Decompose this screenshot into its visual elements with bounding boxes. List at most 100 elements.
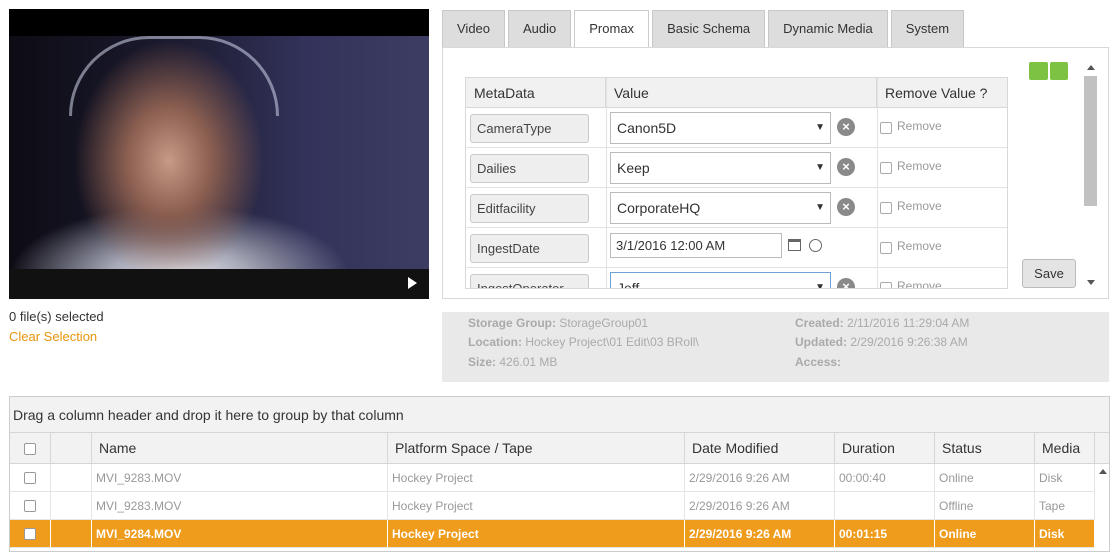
value-select[interactable]: CorporateHQ ▼: [610, 192, 831, 224]
video-player[interactable]: [9, 9, 429, 299]
icon-col-header: [51, 433, 92, 464]
row-checkbox[interactable]: [24, 472, 36, 484]
scroll-up-icon[interactable]: [1099, 469, 1107, 474]
updated-info: Updated: 2/29/2016 9:26:38 AM: [795, 335, 968, 349]
row-select-cell: [10, 492, 51, 520]
select-all-checkbox[interactable]: [24, 443, 36, 455]
video-control-bar: [9, 269, 429, 299]
tab-dynamic-media[interactable]: Dynamic Media: [768, 10, 888, 47]
date-cell: 2/29/2016 9:26 AM: [685, 520, 835, 548]
remove-label: Remove: [897, 279, 942, 289]
calendar-icon[interactable]: [788, 239, 801, 251]
metadata-row: Editfacility CorporateHQ ▼ × Remove: [466, 188, 1007, 228]
access-info: Access:: [795, 355, 841, 369]
clear-value-icon[interactable]: ×: [837, 198, 855, 216]
duration-col-header[interactable]: Duration: [835, 433, 935, 464]
created-info: Created: 2/11/2016 11:29:04 AM: [795, 316, 969, 330]
dropdown-arrow-icon: ▼: [815, 162, 825, 173]
file-grid: Drag a column header and drop it here to…: [9, 396, 1110, 552]
scroll-thumb[interactable]: [1084, 76, 1097, 206]
clear-selection-link[interactable]: Clear Selection: [9, 329, 97, 344]
duration-cell: [835, 492, 935, 520]
platform-cell: Hockey Project: [388, 520, 685, 548]
group-by-drop-zone[interactable]: Drag a column header and drop it here to…: [10, 397, 1109, 433]
status-cell: Online: [935, 464, 1035, 492]
media-cell: Disk: [1035, 520, 1095, 548]
status-col-header[interactable]: Status: [935, 433, 1035, 464]
table-row[interactable]: MVI_9283.MOV Hockey Project 2/29/2016 9:…: [10, 492, 1095, 520]
storage-group-label: Storage Group:: [468, 316, 557, 330]
value-text: Canon5D: [617, 120, 677, 136]
media-cell: Disk: [1035, 464, 1095, 492]
access-label: Access:: [795, 355, 842, 369]
metadata-key: IngestOperator: [470, 274, 589, 288]
file-info-panel: Storage Group: StorageGroup01 Location: …: [442, 312, 1109, 382]
value-select[interactable]: Jeff ▼: [610, 272, 831, 289]
clear-value-icon[interactable]: ×: [837, 158, 855, 176]
clock-icon[interactable]: [809, 239, 822, 252]
dropdown-arrow-icon: ▼: [815, 122, 825, 133]
table-row[interactable]: MVI_9283.MOV Hockey Project 2/29/2016 9:…: [10, 464, 1095, 492]
size-label: Size:: [468, 355, 497, 369]
remove-checkbox[interactable]: [880, 242, 892, 254]
date-col-header[interactable]: Date Modified: [685, 433, 835, 464]
row-checkbox[interactable]: [24, 500, 36, 512]
name-cell: MVI_9284.MOV: [92, 520, 388, 548]
video-frame: [9, 36, 429, 269]
location-label: Location:: [468, 335, 522, 349]
tab-video[interactable]: Video: [442, 10, 506, 47]
duration-cell: 00:01:15: [835, 520, 935, 548]
value-col-header: Value: [606, 78, 877, 108]
dropdown-arrow-icon: ▼: [815, 202, 825, 213]
scrollbar-header: [1095, 433, 1109, 464]
remove-label: Remove: [897, 199, 942, 213]
size-value: 426.01 MB: [499, 355, 558, 369]
scroll-down-icon[interactable]: [1087, 280, 1095, 285]
row-icon-cell: [51, 492, 92, 520]
select-all-header: [10, 433, 51, 464]
grid-scrollbar[interactable]: [1096, 465, 1109, 551]
remove-checkbox[interactable]: [880, 162, 892, 174]
value-text: Jeff: [617, 280, 640, 289]
datetime-input[interactable]: 3/1/2016 12:00 AM: [610, 233, 782, 258]
remove-label: Remove: [897, 119, 942, 133]
dropdown-arrow-icon: ▼: [815, 282, 825, 289]
remove-checkbox[interactable]: [880, 202, 892, 214]
location-value: Hockey Project\01 Edit\03 BRoll\: [525, 335, 699, 349]
duration-cell: 00:00:40: [835, 464, 935, 492]
tab-promax[interactable]: Promax: [574, 10, 650, 48]
size-info: Size: 426.01 MB: [468, 355, 557, 369]
play-icon[interactable]: [408, 277, 417, 289]
metadata-scrollbar[interactable]: [1084, 62, 1098, 288]
scroll-up-icon[interactable]: [1087, 65, 1095, 70]
table-row-selected[interactable]: MVI_9284.MOV Hockey Project 2/29/2016 9:…: [10, 520, 1095, 548]
name-col-header[interactable]: Name: [92, 433, 388, 464]
remove-label: Remove: [897, 239, 942, 253]
metadata-key: Dailies: [470, 154, 589, 183]
row-icon-cell: [51, 520, 92, 548]
media-col-header[interactable]: Media: [1035, 433, 1095, 464]
clear-value-icon[interactable]: ×: [837, 118, 855, 136]
created-value: 2/11/2016 11:29:04 AM: [847, 316, 970, 330]
tab-audio[interactable]: Audio: [508, 10, 572, 47]
toggle-left-segment[interactable]: [1029, 62, 1048, 80]
column-divider: [877, 78, 878, 288]
value-select[interactable]: Keep ▼: [610, 152, 831, 184]
platform-cell: Hockey Project: [388, 492, 685, 520]
platform-col-header[interactable]: Platform Space / Tape: [388, 433, 685, 464]
metadata-table: MetaData Value Remove Value ? CameraType…: [465, 77, 1008, 289]
updated-label: Updated:: [795, 335, 847, 349]
view-toggle[interactable]: [1029, 62, 1068, 80]
save-button[interactable]: Save: [1022, 259, 1076, 288]
row-checkbox[interactable]: [24, 528, 36, 540]
value-select[interactable]: Canon5D ▼: [610, 112, 831, 144]
remove-checkbox[interactable]: [880, 122, 892, 134]
remove-checkbox[interactable]: [880, 282, 892, 288]
name-cell: MVI_9283.MOV: [92, 492, 388, 520]
tab-basic-schema[interactable]: Basic Schema: [652, 10, 766, 47]
storage-group-info: Storage Group: StorageGroup01: [468, 316, 648, 330]
toggle-right-segment[interactable]: [1049, 62, 1068, 80]
tab-system[interactable]: System: [890, 10, 965, 47]
clear-value-icon[interactable]: ×: [837, 278, 855, 288]
media-cell: Tape: [1035, 492, 1095, 520]
